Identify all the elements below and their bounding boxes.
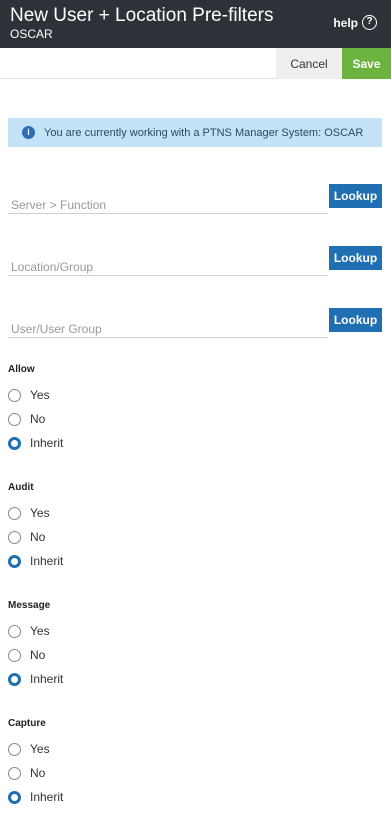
capture-radio-group: Capture Yes No Inherit bbox=[8, 717, 208, 809]
location-group-input[interactable] bbox=[8, 254, 328, 276]
message-option-no[interactable]: No bbox=[8, 643, 208, 667]
radio-button[interactable] bbox=[8, 766, 21, 780]
radio-button[interactable] bbox=[8, 648, 21, 662]
option-label: Yes bbox=[30, 388, 50, 402]
option-label: No bbox=[30, 766, 46, 780]
info-banner: i You are currently working with a PTNS … bbox=[8, 118, 382, 147]
option-label: No bbox=[30, 648, 46, 662]
audit-label: Audit bbox=[8, 482, 34, 493]
audit-option-no[interactable]: No bbox=[8, 525, 208, 549]
message-option-inherit[interactable]: Inherit bbox=[8, 667, 208, 691]
option-label: No bbox=[30, 412, 46, 426]
page-title: New User + Location Pre-filters bbox=[10, 5, 274, 26]
radio-button[interactable] bbox=[8, 624, 21, 638]
capture-option-yes[interactable]: Yes bbox=[8, 737, 208, 761]
help-link[interactable]: help ? bbox=[333, 15, 377, 30]
radio-button-selected[interactable] bbox=[8, 436, 21, 450]
server-function-lookup-button[interactable]: Lookup bbox=[329, 184, 382, 208]
allow-option-yes[interactable]: Yes bbox=[8, 383, 208, 407]
user-group-field: Lookup bbox=[8, 308, 382, 338]
allow-option-inherit[interactable]: Inherit bbox=[8, 431, 208, 455]
option-label: Yes bbox=[30, 742, 50, 756]
location-group-lookup-button[interactable]: Lookup bbox=[329, 246, 382, 270]
cancel-button[interactable]: Cancel bbox=[276, 48, 342, 79]
action-bar: Cancel Save bbox=[0, 48, 391, 79]
radio-button[interactable] bbox=[8, 742, 21, 756]
radio-button-selected[interactable] bbox=[8, 672, 21, 686]
allow-label: Allow bbox=[8, 364, 35, 375]
audit-radio-group: Audit Yes No Inherit bbox=[8, 481, 208, 573]
server-function-input[interactable] bbox=[8, 192, 328, 214]
option-label: No bbox=[30, 530, 46, 544]
save-button[interactable]: Save bbox=[342, 48, 391, 79]
option-label: Yes bbox=[30, 506, 50, 520]
option-label: Inherit bbox=[30, 436, 64, 450]
page-subtitle: OSCAR bbox=[10, 27, 53, 41]
radio-button[interactable] bbox=[8, 530, 21, 544]
option-label: Yes bbox=[30, 624, 50, 638]
radio-button-selected[interactable] bbox=[8, 554, 21, 568]
option-label: Inherit bbox=[30, 554, 64, 568]
audit-option-yes[interactable]: Yes bbox=[8, 501, 208, 525]
option-label: Inherit bbox=[30, 790, 64, 804]
capture-option-inherit[interactable]: Inherit bbox=[8, 785, 208, 809]
option-label: Inherit bbox=[30, 672, 64, 686]
page-header: New User + Location Pre-filters OSCAR he… bbox=[0, 0, 391, 48]
audit-option-inherit[interactable]: Inherit bbox=[8, 549, 208, 573]
radio-button-selected[interactable] bbox=[8, 790, 21, 804]
question-circle-icon: ? bbox=[362, 15, 377, 30]
info-message: You are currently working with a PTNS Ma… bbox=[44, 126, 364, 139]
message-radio-group: Message Yes No Inherit bbox=[8, 599, 208, 691]
user-group-lookup-button[interactable]: Lookup bbox=[329, 308, 382, 332]
location-group-field: Lookup bbox=[8, 246, 382, 276]
user-group-input[interactable] bbox=[8, 316, 328, 338]
capture-option-no[interactable]: No bbox=[8, 761, 208, 785]
allow-option-no[interactable]: No bbox=[8, 407, 208, 431]
message-option-yes[interactable]: Yes bbox=[8, 619, 208, 643]
info-icon: i bbox=[22, 126, 35, 139]
radio-button[interactable] bbox=[8, 388, 21, 402]
help-label: help bbox=[333, 15, 358, 30]
capture-label: Capture bbox=[8, 718, 46, 729]
radio-button[interactable] bbox=[8, 506, 21, 520]
radio-button[interactable] bbox=[8, 412, 21, 426]
allow-radio-group: Allow Yes No Inherit bbox=[8, 363, 208, 455]
message-label: Message bbox=[8, 600, 51, 611]
server-function-field: Lookup bbox=[8, 184, 382, 214]
